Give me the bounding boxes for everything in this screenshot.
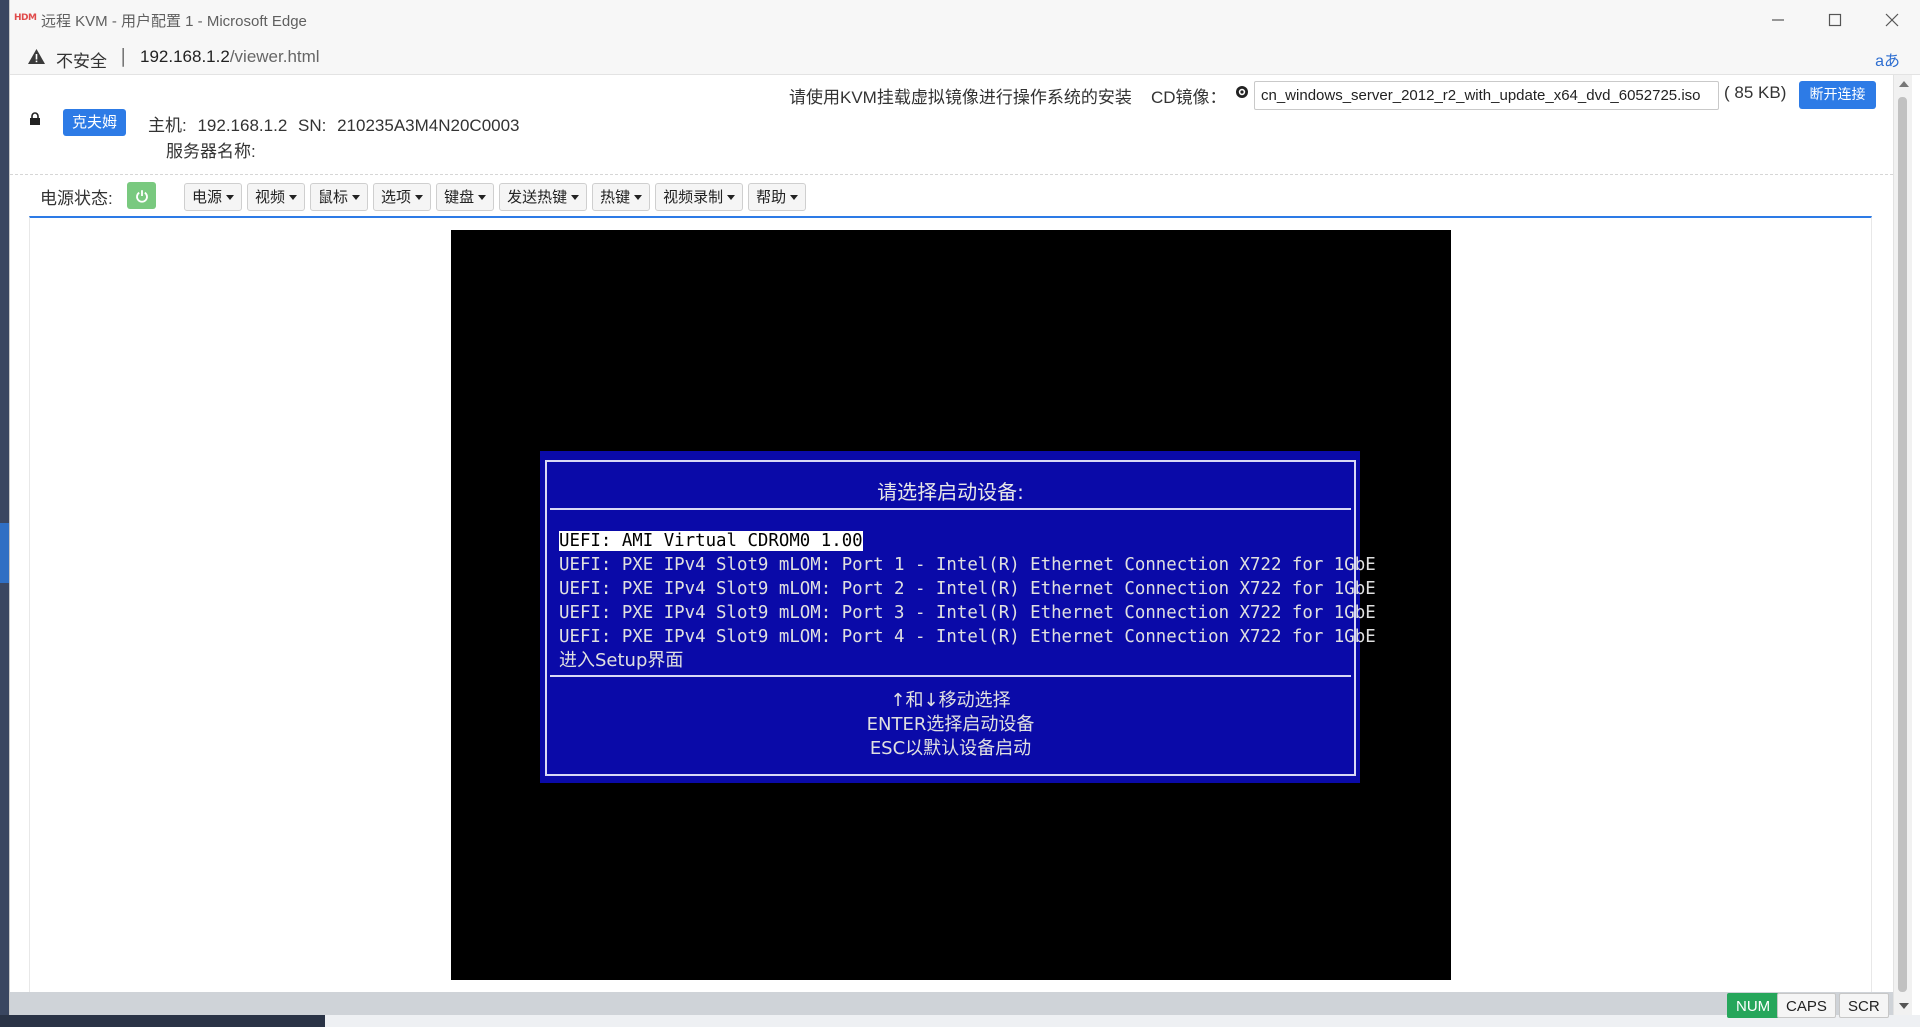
help-line: ↑和↓移动选择 [890, 690, 1011, 711]
menu-label: 发送热键 [507, 188, 568, 206]
scroll-up-icon[interactable] [1899, 81, 1909, 87]
menu-label: 热键 [600, 188, 631, 206]
menu-video-record[interactable]: 视频录制 [655, 183, 744, 211]
power-status-button[interactable] [127, 182, 156, 209]
boot-device-list: UEFI: AMI Virtual CDROM0 1.00 UEFI: PXE … [559, 529, 1376, 673]
scroll-down-icon[interactable] [1899, 1003, 1909, 1009]
caps-lock-indicator[interactable]: CAPS [1777, 993, 1836, 1018]
menu-video[interactable]: 视频 [247, 183, 306, 211]
caret-down-icon [289, 194, 298, 200]
read-aloud-icon[interactable]: aあ [1875, 47, 1900, 71]
caret-down-icon [478, 194, 487, 200]
desktop-taskbar-segment [0, 1015, 325, 1027]
cd-disc-icon [1236, 86, 1248, 98]
user-badge: 克夫姆 [63, 109, 127, 136]
url-host: 192.168.1.2 [140, 47, 230, 66]
window-title: 远程 KVM - 用户配置 1 - Microsoft Edge [41, 13, 307, 30]
boot-menu-border: 请选择启动设备: UEFI: AMI Virtual CDROM0 1.00 U… [545, 460, 1376, 776]
boot-item[interactable]: UEFI: PXE IPv4 Slot9 mLOM: Port 3 - Inte… [559, 601, 1376, 625]
boot-item[interactable]: UEFI: PXE IPv4 Slot9 mLOM: Port 1 - Inte… [559, 553, 1376, 577]
boot-item[interactable]: UEFI: PXE IPv4 Slot9 mLOM: Port 4 - Inte… [559, 625, 1376, 649]
caret-down-icon [790, 194, 799, 200]
minimize-icon [1771, 18, 1784, 21]
scroll-thumb[interactable] [1898, 97, 1907, 992]
kvm-menu-bar: 电源 视频 鼠标 选项 键盘 发送热键 热键 视频录制 帮助 [184, 183, 807, 211]
close-button[interactable] [1863, 0, 1920, 39]
host-info: 主机: 192.168.1.2 SN: 210235A3M4N20C0003 [148, 111, 526, 136]
help-line: ESC以默认设备启动 [869, 738, 1032, 759]
host-value: 192.168.1.2 [197, 116, 288, 135]
maximize-button[interactable] [1806, 0, 1863, 39]
boot-help-text: ↑和↓移动选择 ENTER选择启动设备 ESC以默认设备启动 [547, 689, 1354, 761]
not-secure-label[interactable]: 不安全 [56, 47, 107, 72]
boot-item-selected[interactable]: UEFI: AMI Virtual CDROM0 1.00 [559, 529, 1376, 553]
caret-down-icon [634, 194, 643, 200]
vertical-scrollbar[interactable] [1893, 75, 1912, 1015]
address-bar[interactable]: 不安全 | 192.168.1.2/viewer.html aあ [10, 39, 1920, 75]
boot-item[interactable]: UEFI: PXE IPv4 Slot9 mLOM: Port 2 - Inte… [559, 577, 1376, 601]
caret-down-icon [571, 194, 580, 200]
iso-size: ( 85 KB) [1724, 83, 1787, 102]
status-bar [10, 992, 1893, 1015]
title-bar: HDM 远程 KVM - 用户配置 1 - Microsoft Edge [10, 0, 1920, 39]
boot-menu-title: 请选择启动设备: [877, 480, 1024, 504]
close-icon [1885, 13, 1898, 26]
iso-file-input[interactable] [1254, 81, 1719, 110]
boot-item-label: UEFI: AMI Virtual CDROM0 1.00 [559, 531, 863, 551]
boot-menu-divider [550, 675, 1351, 677]
desktop-taskbar-accent [0, 523, 9, 583]
caret-down-icon [415, 194, 424, 200]
browser-window: HDM 远程 KVM - 用户配置 1 - Microsoft Edge 不安全… [9, 0, 1920, 1018]
boot-menu-divider [550, 508, 1351, 510]
maximize-icon [1828, 13, 1841, 26]
cd-image-label: CD镜像： [1151, 88, 1227, 107]
url-text[interactable]: 192.168.1.2/viewer.html [140, 47, 320, 67]
menu-label: 选项 [381, 188, 412, 206]
scroll-lock-indicator[interactable]: SCR [1839, 993, 1889, 1018]
help-line: ENTER选择启动设备 [866, 714, 1035, 735]
boot-item-setup[interactable]: 进入Setup界面 [559, 649, 1376, 673]
num-lock-indicator[interactable]: NUM [1727, 993, 1780, 1018]
desktop-left-strip [0, 0, 9, 1027]
kvm-page: 克夫姆 主机: 192.168.1.2 SN: 210235A3M4N20C00… [10, 75, 1893, 996]
menu-options[interactable]: 选项 [373, 183, 432, 211]
menu-send-hotkey[interactable]: 发送热键 [499, 183, 588, 211]
address-separator: | [120, 45, 127, 67]
menu-label: 键盘 [444, 188, 475, 206]
sn-label: SN: [298, 116, 327, 135]
menu-help[interactable]: 帮助 [748, 183, 807, 211]
menu-label: 帮助 [756, 188, 787, 206]
caret-down-icon [727, 194, 736, 200]
disconnect-button[interactable]: 断开连接 [1799, 81, 1876, 109]
lock-icon [30, 112, 40, 125]
caret-down-icon [352, 194, 361, 200]
minimize-button[interactable] [1749, 0, 1806, 39]
host-label: 主机: [148, 116, 187, 135]
menu-label: 鼠标 [318, 188, 349, 206]
iso-install-hint: 请使用KVM挂载虚拟镜像进行操作系统的安装 [789, 88, 1132, 107]
menu-power[interactable]: 电源 [184, 183, 243, 211]
server-name-label: 服务器名称: [166, 142, 256, 161]
menu-mouse[interactable]: 鼠标 [310, 183, 369, 211]
menu-label: 电源 [192, 188, 223, 206]
power-icon [135, 189, 148, 203]
caret-down-icon [226, 194, 235, 200]
menu-keyboard[interactable]: 键盘 [436, 183, 495, 211]
menu-label: 视频 [255, 188, 286, 206]
favicon-icon: HDM [14, 13, 37, 23]
menu-hotkey[interactable]: 热键 [592, 183, 651, 211]
warning-icon [28, 49, 45, 64]
boot-menu-dialog: 请选择启动设备: UEFI: AMI Virtual CDROM0 1.00 U… [540, 451, 1376, 783]
header-divider [10, 174, 1893, 175]
remote-console-screen[interactable]: 请选择启动设备: UEFI: AMI Virtual CDROM0 1.00 U… [451, 230, 1451, 980]
power-status-label: 电源状态: [40, 189, 113, 208]
menu-label: 视频录制 [663, 188, 724, 206]
sn-value: 210235A3M4N20C0003 [337, 116, 520, 135]
url-path: /viewer.html [229, 47, 320, 66]
